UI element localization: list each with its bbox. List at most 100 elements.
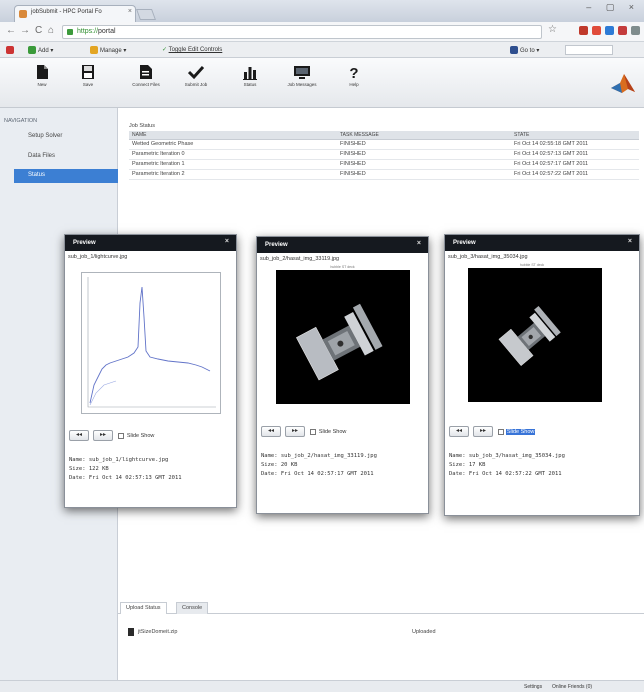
sidebar-item-data-files[interactable]: Data Files bbox=[14, 150, 118, 164]
close-icon[interactable]: × bbox=[225, 238, 229, 245]
bookmark-manage[interactable]: Manage ▾ bbox=[90, 46, 126, 54]
home-icon[interactable]: ⌂ bbox=[48, 25, 54, 36]
next-button[interactable]: ▸▸ bbox=[472, 426, 493, 437]
previous-button[interactable]: ◂◂ bbox=[69, 430, 89, 441]
close-icon[interactable]: × bbox=[628, 238, 632, 245]
upload-row: jtSizeDomeit.zip Uploaded bbox=[128, 628, 628, 638]
column-header-task-message[interactable]: TASK MESSAGE bbox=[337, 131, 511, 140]
star-icon[interactable]: ☆ bbox=[548, 24, 557, 35]
tab-console[interactable]: Console bbox=[176, 602, 209, 614]
browser-extension-icon[interactable] bbox=[579, 26, 588, 35]
sidebar-item-status[interactable]: Status bbox=[14, 169, 118, 183]
upload-state: Uploaded bbox=[412, 629, 436, 635]
preview-window-3[interactable]: Preview × sub_job_3/hasat_img_35034.jpg … bbox=[444, 234, 640, 516]
job-name-cell: Parametric Iteration 2 bbox=[129, 169, 337, 180]
close-icon[interactable]: × bbox=[417, 240, 421, 247]
preview-metadata: Name: sub_job_1/lightcurve.jpg Size: 122… bbox=[65, 444, 236, 483]
back-arrow-icon[interactable]: ← bbox=[6, 25, 16, 36]
url-input[interactable]: https://portal bbox=[62, 25, 542, 39]
next-button[interactable]: ▸▸ bbox=[284, 426, 305, 437]
bookmark-toggle-edit[interactable]: ✓ Toggle Edit Controls bbox=[162, 46, 222, 53]
sidebar-heading: NAVIGATION bbox=[4, 118, 38, 124]
preview-header[interactable]: Preview × bbox=[65, 235, 236, 251]
forward-arrow-icon[interactable]: → bbox=[20, 25, 30, 36]
job-name-cell: Parametric Iteration 1 bbox=[129, 159, 337, 170]
preview-window-2[interactable]: Preview × sub_job_2/hasat_img_33119.jpg … bbox=[256, 236, 429, 514]
browser-extension-icon[interactable] bbox=[618, 26, 627, 35]
new-tab-button[interactable] bbox=[135, 9, 157, 20]
checkmark-icon: ✓ bbox=[162, 47, 169, 53]
lock-icon bbox=[67, 29, 73, 35]
question-mark-icon: ? bbox=[349, 65, 358, 80]
reload-icon[interactable]: C bbox=[35, 25, 42, 36]
column-header-state[interactable]: STATE bbox=[511, 131, 639, 140]
telescope-image bbox=[275, 270, 410, 404]
preview-title: Preview bbox=[265, 242, 288, 248]
slideshow-checkbox[interactable] bbox=[497, 428, 504, 435]
connect-files-icon bbox=[140, 65, 152, 79]
monitor-icon bbox=[294, 66, 310, 79]
table-row[interactable]: Parametric Iteration 0 FINISHED Fri Oct 14… bbox=[129, 149, 639, 160]
browser-extension-icon[interactable] bbox=[631, 26, 640, 35]
job-state-cell: Fri Oct 14 02:57:17 GMT 2011 bbox=[511, 159, 639, 170]
preview-filename: sub_job_1/lightcurve.jpg bbox=[68, 254, 128, 260]
preview-meta-name: Name: sub_job_3/hasat_img_35034.jpg bbox=[449, 453, 565, 459]
matlab-logo-icon bbox=[611, 74, 635, 93]
new-button[interactable]: New bbox=[22, 64, 62, 87]
previous-button[interactable]: ◂◂ bbox=[261, 426, 281, 437]
preview-meta-name: Name: sub_job_2/hasat_img_33119.jpg bbox=[261, 453, 377, 459]
job-status-table: NAME TASK MESSAGE STATE Wetted Geometric… bbox=[129, 131, 639, 180]
job-state-cell: Fri Oct 14 02:55:18 GMT 2011 bbox=[511, 139, 639, 150]
slideshow-checkbox[interactable] bbox=[309, 428, 316, 435]
table-row[interactable]: Parametric Iteration 1 FINISHED Fri Oct 14… bbox=[129, 159, 639, 170]
svg-text:?: ? bbox=[349, 65, 358, 80]
preview-meta-date: Date: Fri Oct 14 02:57:13 GMT 2011 bbox=[69, 475, 182, 481]
preview-title: Preview bbox=[73, 240, 96, 246]
next-button[interactable]: ▸▸ bbox=[92, 430, 113, 441]
bookmark-home-icon[interactable] bbox=[6, 46, 16, 54]
table-row[interactable]: Parametric Iteration 2 FINISHED Fri Oct 14… bbox=[129, 169, 639, 180]
job-task-cell: FINISHED bbox=[337, 149, 511, 160]
table-row[interactable]: Wetted Geometric Phase FINISHED Fri Oct 14… bbox=[129, 139, 639, 150]
job-name-cell: Parametric Iteration 0 bbox=[129, 149, 337, 160]
bookmark-goto[interactable]: Go to ▾ bbox=[510, 46, 539, 54]
slideshow-label: Slide Show bbox=[318, 428, 347, 435]
favicon-icon bbox=[19, 10, 27, 18]
submit-job-button[interactable]: Submit Job bbox=[176, 64, 216, 87]
job-state-cell: Fri Oct 14 02:57:22 GMT 2011 bbox=[511, 169, 639, 180]
preview-meta-size: Size: 17 KB bbox=[449, 462, 486, 468]
bookmark-add[interactable]: Add ▾ bbox=[28, 46, 53, 54]
lightcurve-plot-image bbox=[80, 272, 221, 414]
preview-header[interactable]: Preview × bbox=[257, 237, 428, 253]
column-header-name[interactable]: NAME bbox=[129, 131, 337, 140]
job-messages-button[interactable]: Job Messages bbox=[282, 64, 322, 87]
app-toolbar: New Save Connect Files Submit Job Status… bbox=[0, 58, 644, 108]
settings-link[interactable]: Settings bbox=[524, 684, 542, 690]
save-icon bbox=[82, 65, 94, 79]
job-task-cell: FINISHED bbox=[337, 139, 511, 150]
preview-controls: ◂◂ ▸▸ Slide Show bbox=[257, 426, 428, 440]
preview-meta-name: Name: sub_job_1/lightcurve.jpg bbox=[69, 457, 169, 463]
sidebar-item-setup-solver[interactable]: Setup Solver bbox=[14, 130, 118, 144]
browser-tab[interactable]: jobSubmit - HPC Portal Fo × bbox=[14, 5, 136, 22]
preview-window-1[interactable]: Preview × sub_job_1/lightcurve.jpg ◂◂ ▸▸… bbox=[64, 234, 237, 508]
status-button[interactable]: Status bbox=[230, 64, 270, 87]
slideshow-label: Slide Show bbox=[505, 428, 536, 435]
slideshow-checkbox[interactable] bbox=[117, 432, 124, 439]
connect-files-button[interactable]: Connect Files bbox=[126, 64, 166, 87]
preview-meta-date: Date: Fri Oct 14 02:57:17 GMT 2011 bbox=[261, 471, 374, 477]
goto-input[interactable] bbox=[565, 45, 613, 55]
browser-extension-icon[interactable] bbox=[605, 26, 614, 35]
online-friends-link[interactable]: Online Friends (0) bbox=[552, 684, 592, 690]
tab-upload-status[interactable]: Upload Status bbox=[120, 602, 167, 614]
help-button[interactable]: ? Help bbox=[334, 64, 374, 87]
save-button[interactable]: Save bbox=[68, 64, 108, 87]
close-tab-icon[interactable]: × bbox=[128, 8, 132, 15]
previous-button[interactable]: ◂◂ bbox=[449, 426, 469, 437]
telescope-render bbox=[295, 303, 383, 381]
file-icon bbox=[128, 628, 134, 636]
browser-extension-icon[interactable] bbox=[592, 26, 601, 35]
preview-header[interactable]: Preview × bbox=[445, 235, 639, 251]
window-controls[interactable]: – ▢ × bbox=[586, 2, 640, 13]
status-bar: Settings Online Friends (0) bbox=[0, 680, 644, 692]
